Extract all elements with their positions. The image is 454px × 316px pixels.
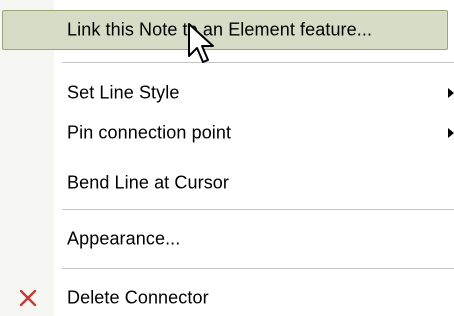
context-menu: Link this Note to an Element feature... … bbox=[0, 0, 454, 316]
menu-item-set-line-style[interactable]: Set Line Style bbox=[0, 73, 454, 113]
submenu-arrow-icon bbox=[448, 128, 454, 138]
menu-item-link-note[interactable]: Link this Note to an Element feature... bbox=[2, 10, 448, 50]
menu-item-appearance[interactable]: Appearance... bbox=[0, 219, 454, 259]
menu-item-bend-line-at-cursor[interactable]: Bend Line at Cursor bbox=[0, 163, 454, 203]
menu-item-pin-connection-point[interactable]: Pin connection point bbox=[0, 113, 454, 153]
menu-item-label: Appearance... bbox=[67, 228, 181, 249]
menu-separator bbox=[62, 268, 454, 269]
menu-item-label: Link this Note to an Element feature... bbox=[67, 19, 373, 40]
close-x-icon bbox=[19, 289, 37, 307]
menu-item-label: Set Line Style bbox=[67, 82, 180, 103]
menu-item-label: Bend Line at Cursor bbox=[67, 172, 229, 193]
menu-item-delete-connector[interactable]: Delete Connector bbox=[0, 278, 454, 316]
submenu-arrow-icon bbox=[448, 88, 454, 98]
menu-separator bbox=[62, 209, 454, 210]
menu-separator bbox=[62, 62, 454, 63]
menu-item-label: Pin connection point bbox=[67, 122, 232, 143]
menu-item-label: Delete Connector bbox=[67, 287, 209, 308]
